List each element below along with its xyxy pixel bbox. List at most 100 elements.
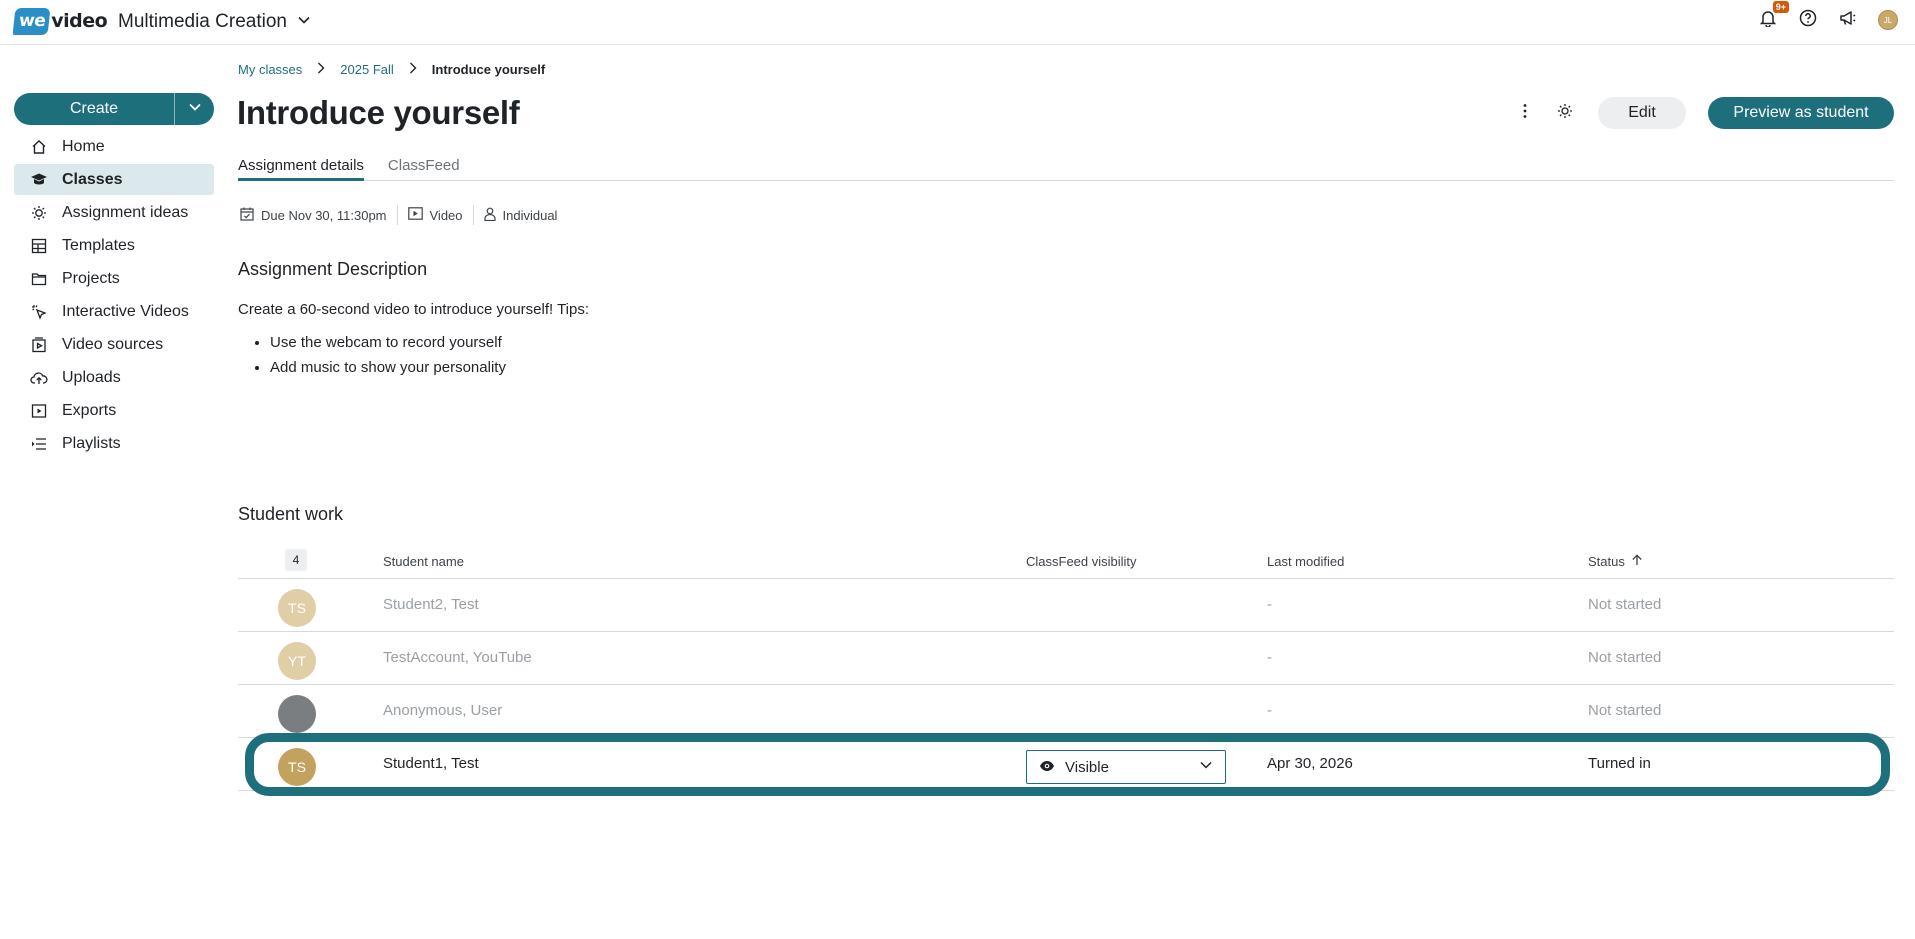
top-bar: we video Multimedia Creation 9+ JL: [0, 0, 1915, 45]
tab-classfeed[interactable]: ClassFeed: [388, 157, 460, 181]
sidebar-item-exports[interactable]: Exports: [14, 395, 214, 426]
chevron-down-icon: [297, 11, 311, 33]
student-name: Anonymous, User: [383, 702, 503, 719]
sidebar-item-video-sources[interactable]: Video sources: [14, 329, 214, 360]
breadcrumb-current: Introduce yourself: [431, 62, 546, 77]
sidebar-item-templates[interactable]: Templates: [14, 230, 214, 261]
description-title: Assignment Description: [238, 259, 428, 279]
edit-button[interactable]: Edit: [1598, 97, 1686, 129]
assignment-grouping: Individual: [483, 205, 568, 225]
notifications-button[interactable]: 9+: [1757, 1, 1789, 31]
table-row[interactable]: Anonymous, User - Not started: [238, 685, 1894, 738]
student-count: 4: [285, 549, 307, 571]
user-menu[interactable]: JL: [1877, 9, 1899, 31]
megaphone-icon: [1839, 9, 1857, 32]
breadcrumb-my-classes[interactable]: My classes: [238, 62, 302, 77]
sidebar-item-label: Uploads: [62, 368, 121, 386]
avatar: YT: [278, 642, 316, 680]
assignment-ideas-button[interactable]: [1550, 98, 1580, 128]
status: Not started: [1588, 649, 1662, 666]
classfeed-visibility-select[interactable]: Visible: [1026, 750, 1226, 784]
assignment-grouping-text: Individual: [502, 207, 558, 223]
tab-assignment-details[interactable]: Assignment details: [238, 157, 364, 181]
more-options-button[interactable]: [1510, 98, 1540, 128]
sidebar: Create Home Classes Assignment ideas Tem…: [14, 93, 214, 461]
column-header-status-label: Status: [1588, 554, 1625, 569]
due-date-text: Due Nov 30, 11:30pm: [261, 207, 387, 223]
lightbulb-icon: [30, 204, 48, 222]
cursor-click-icon: [30, 303, 48, 321]
sidebar-nav: Home Classes Assignment ideas Templates …: [14, 131, 214, 459]
description-text: Create a 60-second video to introduce yo…: [238, 301, 590, 318]
sidebar-item-label: Projects: [62, 269, 120, 287]
assignment-type-text: Video: [429, 207, 463, 223]
more-vertical-icon: [1523, 103, 1527, 124]
announcements-button[interactable]: [1837, 9, 1859, 31]
sidebar-item-assignment-ideas[interactable]: Assignment ideas: [14, 197, 214, 228]
sidebar-item-label: Home: [62, 137, 105, 155]
sidebar-item-interactive-videos[interactable]: Interactive Videos: [14, 296, 214, 327]
sidebar-item-label: Templates: [62, 236, 135, 254]
create-dropdown-button[interactable]: [174, 93, 214, 125]
breadcrumb-2025-fall[interactable]: 2025 Fall: [340, 62, 393, 77]
status: Not started: [1588, 596, 1662, 613]
student-work-table: 4 Student name ClassFeed visibility Last…: [238, 545, 1894, 791]
avatar: JL: [1878, 10, 1898, 30]
student-name: TestAccount, YouTube: [383, 649, 532, 666]
column-header-student-name[interactable]: Student name: [383, 554, 464, 569]
tab-bar: Assignment details ClassFeed: [238, 157, 1894, 181]
create-button-group: Create: [14, 93, 214, 125]
assignment-meta: Due Nov 30, 11:30pm Video Individual: [240, 205, 577, 225]
sidebar-item-home[interactable]: Home: [14, 131, 214, 162]
wevideo-logo[interactable]: we video: [12, 4, 108, 38]
table-row[interactable]: TS Student1, Test Visible Apr 30, 2026 T…: [238, 738, 1894, 791]
logo-video: video: [51, 10, 108, 32]
help-button[interactable]: [1797, 9, 1819, 31]
status: Not started: [1588, 702, 1662, 719]
breadcrumb: My classes 2025 Fall Introduce yourself: [238, 62, 545, 77]
chevron-right-icon: [316, 62, 326, 77]
avatar: TS: [278, 589, 316, 627]
last-modified: Apr 30, 2026: [1267, 755, 1353, 772]
column-header-status[interactable]: Status: [1588, 554, 1643, 569]
preview-as-student-button[interactable]: Preview as student: [1708, 97, 1894, 129]
home-icon: [30, 138, 48, 156]
sidebar-item-label: Classes: [62, 170, 123, 188]
assignment-type: Video: [407, 205, 474, 225]
student-work-title: Student work: [238, 504, 344, 524]
export-icon: [30, 402, 48, 420]
sidebar-item-classes[interactable]: Classes: [14, 164, 214, 195]
sidebar-item-label: Video sources: [62, 335, 164, 353]
calendar-check-icon: [240, 207, 254, 224]
avatar: TS: [278, 748, 316, 786]
classes-icon: [30, 171, 48, 189]
create-button[interactable]: Create: [14, 93, 174, 125]
student-name: Student1, Test: [383, 755, 479, 772]
table-row[interactable]: TS Student2, Test - Not started: [238, 579, 1894, 632]
table-header: 4 Student name ClassFeed visibility Last…: [238, 545, 1894, 579]
sidebar-item-playlists[interactable]: Playlists: [14, 428, 214, 459]
avatar: [278, 695, 316, 733]
chevron-down-icon: [1199, 758, 1213, 776]
description-list: Use the webcam to record yourself Add mu…: [270, 334, 506, 384]
person-icon: [483, 207, 496, 224]
sidebar-item-label: Assignment ideas: [62, 203, 189, 221]
templates-icon: [30, 237, 48, 255]
cloud-upload-icon: [30, 369, 48, 387]
notification-badge: 9+: [1772, 1, 1789, 13]
help-icon: [1799, 9, 1817, 32]
workspace-name: Multimedia Creation: [118, 11, 287, 32]
sidebar-item-label: Exports: [62, 401, 117, 419]
video-sources-icon: [30, 336, 48, 354]
sidebar-item-projects[interactable]: Projects: [14, 263, 214, 294]
column-header-last-modified[interactable]: Last modified: [1267, 554, 1344, 569]
sidebar-item-label: Playlists: [62, 434, 121, 452]
status: Turned in: [1588, 755, 1651, 772]
eye-icon: [1039, 759, 1055, 776]
due-date: Due Nov 30, 11:30pm: [240, 205, 398, 225]
student-name: Student2, Test: [383, 596, 479, 613]
column-header-classfeed-visibility[interactable]: ClassFeed visibility: [1026, 554, 1137, 569]
sidebar-item-uploads[interactable]: Uploads: [14, 362, 214, 393]
table-row[interactable]: YT TestAccount, YouTube - Not started: [238, 632, 1894, 685]
workspace-selector[interactable]: Multimedia Creation: [118, 11, 311, 33]
